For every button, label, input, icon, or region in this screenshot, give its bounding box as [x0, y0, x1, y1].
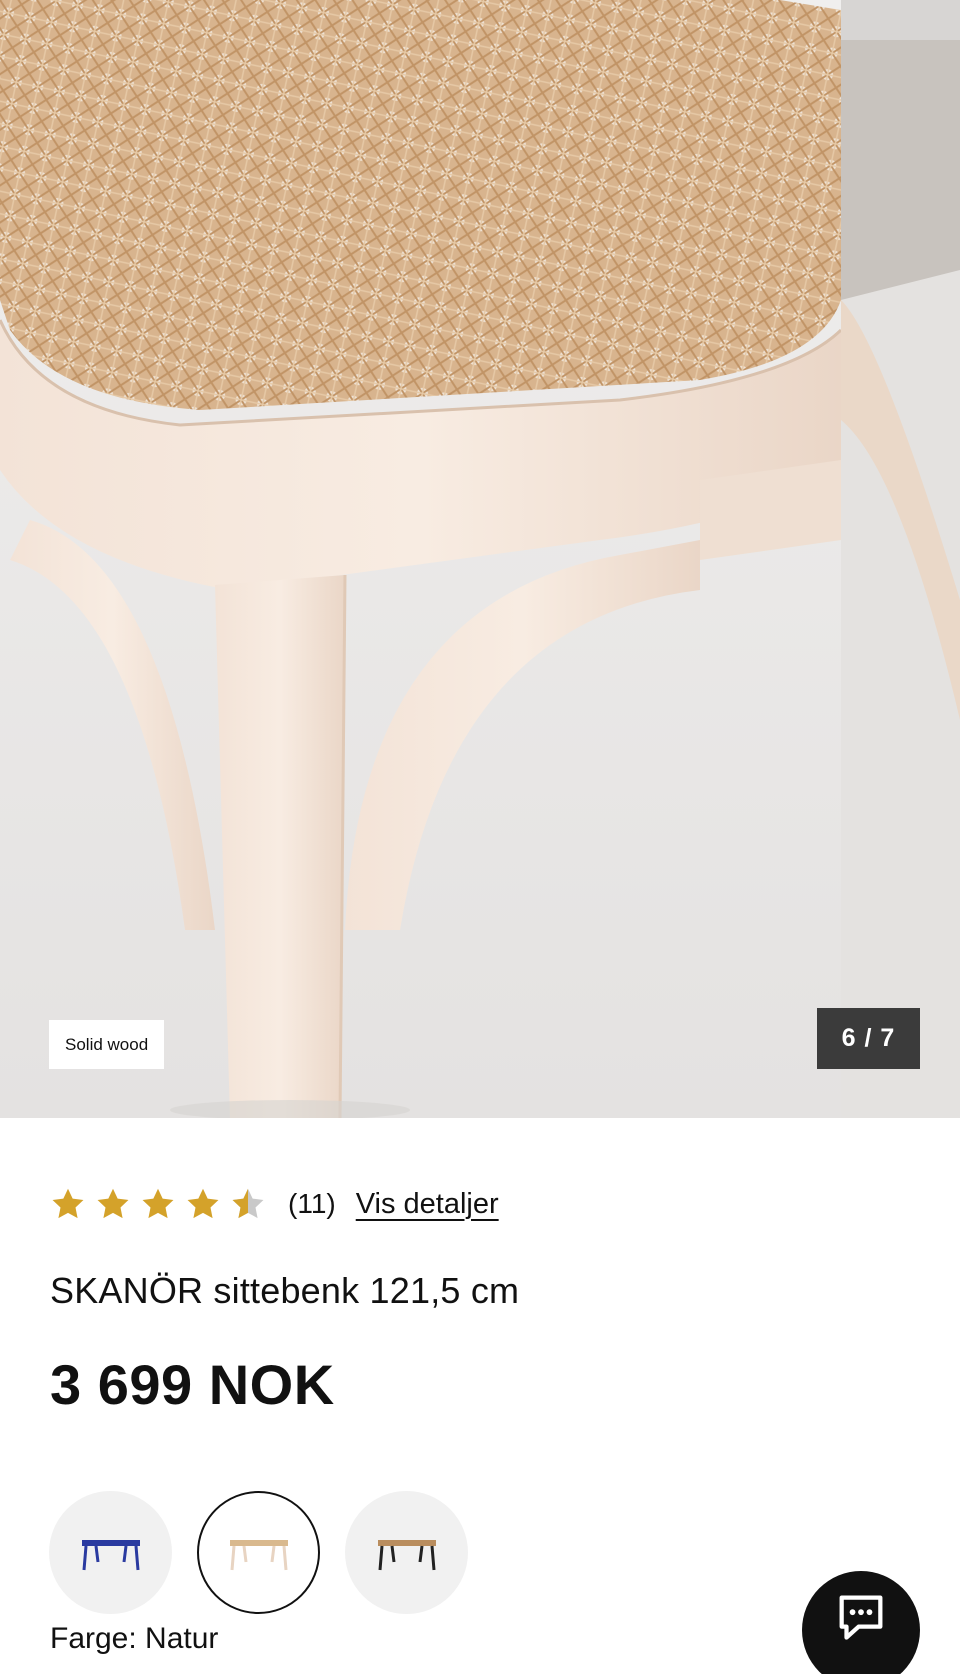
star-icon — [187, 1188, 219, 1219]
star-rating — [50, 1186, 266, 1222]
next-product-image[interactable] — [841, 0, 960, 1118]
rating-row: (11) Vis detaljer — [50, 1180, 499, 1228]
color-swatch-natural[interactable] — [197, 1491, 320, 1614]
star-icon — [142, 1188, 174, 1219]
selected-color-label: Farge: Natur — [50, 1622, 219, 1655]
color-swatch-blue[interactable] — [49, 1491, 172, 1614]
product-price: 3 699 NOK — [50, 1353, 335, 1416]
black-bench-icon — [377, 1539, 436, 1570]
image-counter: 6 / 7 — [817, 1008, 920, 1069]
star-icon — [97, 1188, 129, 1219]
review-count: (11) — [288, 1188, 336, 1219]
star-icon — [52, 1188, 84, 1219]
next-image-preview — [841, 0, 960, 1118]
product-image[interactable] — [0, 0, 841, 1118]
color-swatch-black[interactable] — [345, 1491, 468, 1614]
blue-bench-icon — [81, 1539, 140, 1570]
chat-button[interactable] — [802, 1571, 920, 1674]
color-swatches — [49, 1491, 468, 1614]
half-star-icon — [232, 1188, 264, 1219]
product-image-gallery[interactable]: Solid wood 6 / 7 — [0, 0, 960, 1118]
chat-bubble-icon — [839, 1595, 883, 1640]
natural-bench-icon — [229, 1539, 288, 1570]
product-title: SKANÖR sittebenk 121,5 cm — [50, 1270, 520, 1311]
rattan-bench-photo — [0, 0, 841, 1118]
material-badge: Solid wood — [49, 1020, 165, 1069]
view-details-link[interactable]: Vis detaljer — [356, 1188, 499, 1221]
